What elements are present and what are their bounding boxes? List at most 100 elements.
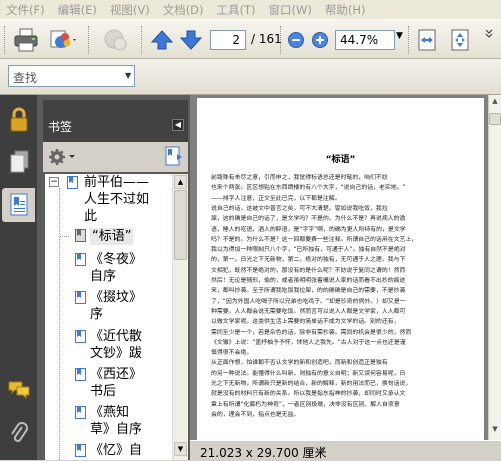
document-text-line: 从正面作想，怕谁都不否认文学的新和创造吧，而新和创造正是独有 xyxy=(211,360,388,367)
navigation-rail xyxy=(0,95,37,460)
scroll-up-arrow[interactable]: ▲ xyxy=(489,97,501,109)
bookmark-item-selected[interactable]: “标语” xyxy=(45,227,172,246)
bookmark-label: 《忆》自 xyxy=(90,443,143,458)
share-button[interactable] xyxy=(46,26,80,54)
bookmark-label: 书后 xyxy=(90,384,117,399)
bookmark-label: 文钞》跋 xyxy=(90,346,143,361)
bookmark-item[interactable]: 《近代散 文钞》跋 xyxy=(45,328,172,364)
zoom-in-button[interactable] xyxy=(310,26,330,54)
scroll-down-arrow[interactable]: ▼ xyxy=(174,442,187,456)
bookmarks-panel: 书签 ◀ − 前平伯—— 人生不过如 此 “标语” 《冬夜》 自序 《掇坟》 序… xyxy=(37,95,190,460)
bookmark-icon xyxy=(75,406,86,419)
previous-page-button[interactable] xyxy=(149,26,175,54)
scroll-left-arrow[interactable]: ◀ xyxy=(318,445,330,457)
bookmark-label: 《冬夜》 xyxy=(90,252,143,267)
menu-document[interactable]: 文档(D) xyxy=(157,2,211,18)
toolbar-grip[interactable] xyxy=(141,26,144,54)
zoom-level-field[interactable]: 44.7% xyxy=(335,30,395,50)
bookmark-label: 《燕知 xyxy=(90,405,130,420)
status-bar: 21.023 x 29.700 厘米 ◀ xyxy=(190,440,501,460)
attachments-button[interactable] xyxy=(2,417,35,451)
document-text-line: 说自己的话，这被文中普言之矣，可不大清楚。譬如说我吃饭，我拉 xyxy=(211,205,388,212)
toolbar-grip[interactable] xyxy=(88,26,91,54)
menu-bar: 文件(F) 编辑(E) 视图(V) 文档(D) 工具(T) 窗口(W) 帮助(H… xyxy=(0,0,501,19)
bookmarks-scrollbar[interactable]: ▲ ▼ xyxy=(172,174,188,460)
zoom-out-button[interactable] xyxy=(286,26,306,54)
toolbar-overflow[interactable] xyxy=(481,26,497,54)
lock-icon xyxy=(10,107,27,132)
main-toolbar: 2 / 161 44.7% ▼ xyxy=(0,19,501,59)
document-text-line: 的，第一，日光之下无新物，第二，绝对的独有，无可通于人之理。我与下 xyxy=(211,257,406,264)
document-text-line: 需同至少是一个，若是杂色的话，除非有需抄袭。需同的机会是很少的，然而 xyxy=(211,329,412,336)
bookmark-label: 《掇坟》 xyxy=(90,290,143,305)
bookmark-item[interactable]: 《燕知 草》自序 xyxy=(45,404,172,440)
document-text-line: 《文辙》上说：“盖杼柚予予怀，怵他人之我先。”古人对于这一点也还是谨 xyxy=(211,339,406,346)
comments-button[interactable] xyxy=(2,373,35,407)
pages-button[interactable] xyxy=(2,145,35,179)
page-total: / 161 xyxy=(251,32,282,46)
collapse-toggle[interactable]: − xyxy=(49,177,59,187)
bookmarks-icon xyxy=(10,193,27,216)
document-text-line: 以做文学家呢。这类供生活上需要的简单话不成为文学的话。别的还有， xyxy=(211,319,400,326)
review-button[interactable] xyxy=(100,26,132,54)
scroll-up-arrow[interactable]: ▲ xyxy=(174,175,187,189)
menu-help[interactable]: 帮助(H) xyxy=(319,2,373,18)
page-number-input[interactable]: 2 xyxy=(210,30,246,50)
print-button[interactable] xyxy=(10,26,42,54)
bookmark-label: 前平伯—— xyxy=(84,175,150,190)
bookmarks-header: 书签 ◀ xyxy=(43,100,188,142)
scroll-thumb[interactable] xyxy=(174,190,187,260)
bookmark-label: 《西还》 xyxy=(90,367,143,382)
find-input[interactable]: 查找 xyxy=(8,65,135,87)
expand-bookmark-button[interactable] xyxy=(163,145,185,169)
document-text-line: 语，睡人的呓语，酒人的醉语，是“字字”啊，的确为更人所特有的，是文学 xyxy=(211,226,406,233)
next-page-button[interactable] xyxy=(178,26,204,54)
arrow-up-icon xyxy=(150,30,174,50)
zoom-in-icon xyxy=(312,32,328,48)
bookmark-icon xyxy=(75,330,86,343)
menu-window[interactable]: 窗口(W) xyxy=(263,2,319,18)
comments-icon xyxy=(8,381,29,400)
menu-tools[interactable]: 工具(T) xyxy=(211,2,263,18)
page-size-readout: 21.023 x 29.700 厘米 xyxy=(200,446,327,460)
security-button[interactable] xyxy=(2,103,35,137)
bookmark-item[interactable]: 《西还》 书后 xyxy=(45,366,172,402)
bookmark-icon xyxy=(75,291,86,304)
bookmark-item[interactable]: 《掇坟》 序 xyxy=(45,289,172,325)
bookmark-label: 自序 xyxy=(90,269,117,284)
toolbar-grip[interactable] xyxy=(408,26,411,54)
bookmarks-button[interactable] xyxy=(2,188,35,222)
document-title: “标语” xyxy=(325,155,356,165)
document-text-line: 种需要。人人都会说无需要吃饭。然而言可以说人人都是文学家，人人都可 xyxy=(211,308,406,315)
document-text-line: 慎得很不会绝。 xyxy=(211,350,253,357)
document-text-line: 的另一种说法。能懂得什么叫新，则独有的意义自明；新又误何容易呢，日 xyxy=(211,370,406,377)
options-button[interactable] xyxy=(47,147,77,167)
zoom-out-icon xyxy=(288,32,304,48)
document-scrollbar[interactable]: ▲ ▼ xyxy=(488,95,501,440)
scroll-down-arrow[interactable]: ▼ xyxy=(489,425,501,437)
menu-view[interactable]: 视图(V) xyxy=(104,2,157,18)
fit-page-button[interactable] xyxy=(446,26,474,54)
scroll-thumb[interactable] xyxy=(489,113,501,125)
chevron-down-icon[interactable]: ▼ xyxy=(125,71,131,80)
paperclip-icon xyxy=(10,422,28,442)
document-text-line: 前路殊有未尽之意，引而申之，我觉得标语总还是时髦的，咱们不妨 xyxy=(211,175,388,181)
document-page[interactable]: “标语” 前路殊有未尽之意，引而申之，我觉得标语总还是时髦的，咱们不妨也来个两张… xyxy=(197,98,484,440)
document-text-line: 文相犯，既然不是绝对的，那没有的是什么呢？不妨说于复同之谓的！然而 xyxy=(211,267,406,274)
toolbar-grip[interactable] xyxy=(4,26,7,54)
bookmark-label: 《近代散 xyxy=(90,329,143,344)
menu-file[interactable]: 文件(F) xyxy=(0,2,52,18)
menu-edit[interactable]: 编辑(E) xyxy=(52,2,104,18)
find-toolbar: 查找 ▼ xyxy=(0,59,501,95)
bookmark-item[interactable]: 《忆》自 xyxy=(45,442,172,460)
fit-width-button[interactable] xyxy=(414,26,440,54)
chevron-down-icon[interactable]: ▼ xyxy=(396,31,403,41)
bookmark-item[interactable]: 《冬夜》 自序 xyxy=(45,251,172,287)
document-text-line: 也来个两张。区区想贴在东西牌楼的有八个大字，“说自己的话，老实地。” xyxy=(211,185,406,192)
collapse-panel-button[interactable]: ◀ xyxy=(172,119,184,131)
bookmark-label: 序 xyxy=(90,307,104,322)
bookmark-item-root[interactable]: − 前平伯—— 人生不过如 此 xyxy=(45,174,172,225)
bookmark-label: 草》自序 xyxy=(90,422,143,437)
bookmarks-title: 书签 xyxy=(48,120,73,134)
toolbar-grip[interactable] xyxy=(280,26,283,54)
